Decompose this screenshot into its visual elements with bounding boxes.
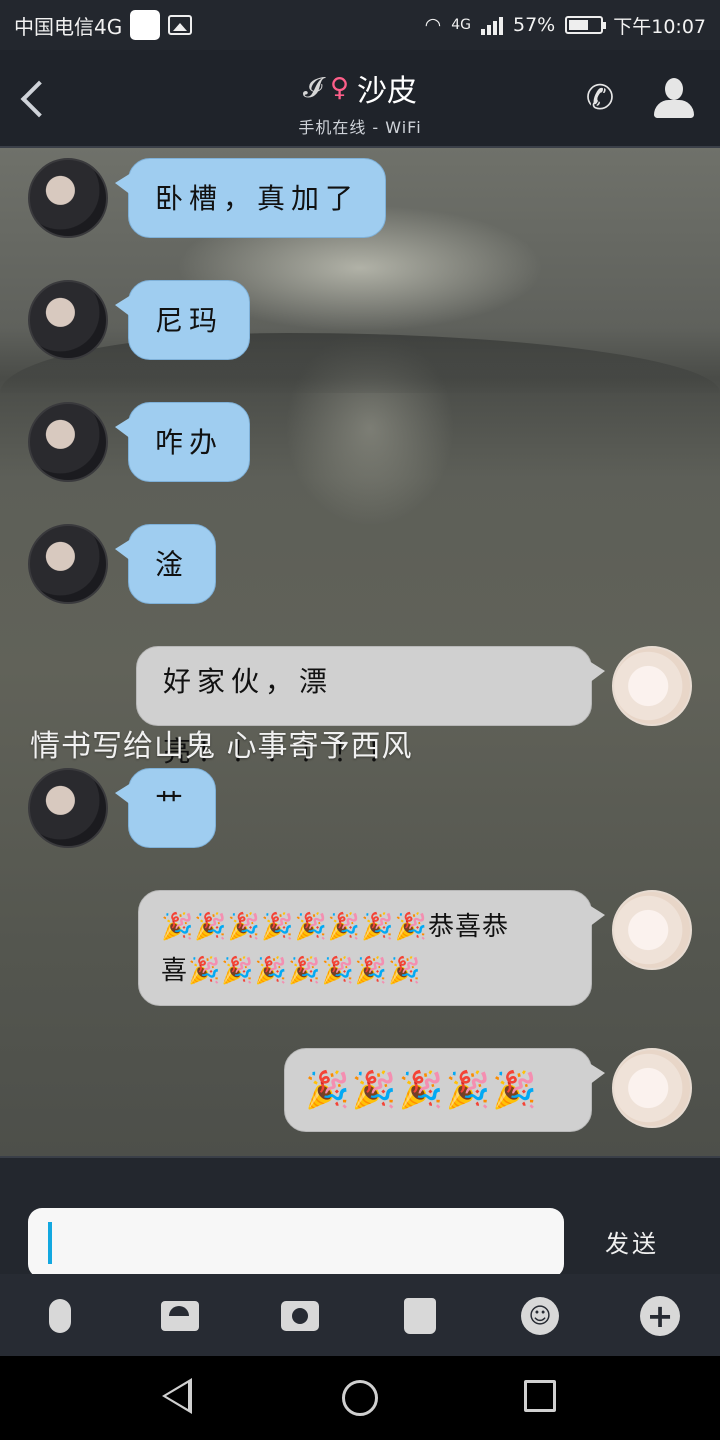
message-line: 喜🎉🎉🎉🎉🎉🎉🎉: [161, 956, 422, 986]
overlay-caption: 情书写给山鬼 心事寄予西风: [30, 729, 413, 764]
chat-header: 𝓘 ♀ 沙皮 手机在线 - WiFi ✆: [0, 50, 720, 148]
message-bubble-outgoing[interactable]: 🎉🎉🎉🎉🎉: [284, 1048, 605, 1132]
my-avatar[interactable]: [612, 646, 692, 726]
message-bubble-outgoing[interactable]: 好家伙，漂亮！！！！！！: [136, 646, 605, 768]
contact-avatar[interactable]: [28, 158, 108, 238]
send-button[interactable]: 发送: [596, 1224, 668, 1264]
carrier-label: 中国电信4G: [14, 14, 123, 39]
title-row: 𝓘 ♀ 沙皮: [303, 66, 417, 110]
wifi-icon: ◠: [424, 14, 442, 36]
contact-avatar[interactable]: [28, 280, 108, 360]
battery-percent: 57%: [513, 14, 556, 36]
contact-avatar[interactable]: [28, 402, 108, 482]
home-icon[interactable]: [342, 1380, 378, 1416]
emoji-icon[interactable]: ☺: [518, 1294, 562, 1338]
my-avatar[interactable]: [612, 1048, 692, 1128]
input-bar: 发送: [0, 1156, 720, 1278]
message-bubble-incoming[interactable]: 艹: [114, 768, 217, 848]
key-icon: ♀: [329, 73, 349, 103]
image-notification-icon: [168, 15, 193, 35]
battery-icon: [565, 16, 607, 34]
chat-toolbar: ☺ +: [0, 1274, 720, 1356]
chat-area[interactable]: 卧槽，真加了 尼玛 咋办 淦 好家伙，漂亮！！！！！！ 情书写给山鬼 心事寄予西…: [0, 148, 720, 1156]
phone-call-button[interactable]: ✆: [580, 78, 620, 118]
status-bar: 中国电信4G ◠ 4G 57% 下午10:07: [0, 0, 720, 50]
message-bubble-incoming[interactable]: 淦: [114, 524, 217, 604]
camera-icon[interactable]: [278, 1294, 322, 1338]
message-line: 🎉🎉🎉🎉🎉🎉🎉🎉恭喜恭: [161, 912, 509, 942]
status-right: ◠ 4G 57% 下午10:07: [425, 12, 706, 39]
profile-button[interactable]: [654, 78, 694, 120]
ear-icon[interactable]: 𝓘: [303, 71, 322, 105]
message-input[interactable]: [28, 1208, 564, 1278]
message-bubble-incoming[interactable]: 卧槽，真加了: [114, 158, 387, 238]
network-label: 4G: [451, 17, 471, 33]
notification-icon: [130, 10, 161, 40]
back-icon[interactable]: [162, 1378, 192, 1414]
person-icon: [665, 78, 683, 100]
contact-name: 沙皮: [356, 74, 417, 109]
contact-avatar[interactable]: [28, 524, 108, 604]
text-caret: [48, 1222, 52, 1264]
background-scenery: [0, 333, 720, 393]
message-bubble-outgoing[interactable]: 🎉🎉🎉🎉🎉🎉🎉🎉恭喜恭 喜🎉🎉🎉🎉🎉🎉🎉: [138, 890, 605, 1006]
wallet-icon[interactable]: [398, 1294, 442, 1338]
contact-avatar[interactable]: [28, 768, 108, 848]
message-bubble-incoming[interactable]: 尼玛: [114, 280, 251, 360]
mic-icon[interactable]: [38, 1294, 82, 1338]
my-avatar[interactable]: [612, 890, 692, 970]
recents-icon[interactable]: [524, 1380, 556, 1412]
status-left: 中国电信4G: [14, 10, 193, 40]
system-nav-bar: [0, 1356, 720, 1440]
plus-icon[interactable]: +: [638, 1294, 682, 1338]
clock: 下午10:07: [613, 15, 706, 38]
picture-icon[interactable]: [158, 1294, 202, 1338]
signal-icon: [481, 15, 503, 35]
message-bubble-incoming[interactable]: 咋办: [114, 402, 251, 482]
